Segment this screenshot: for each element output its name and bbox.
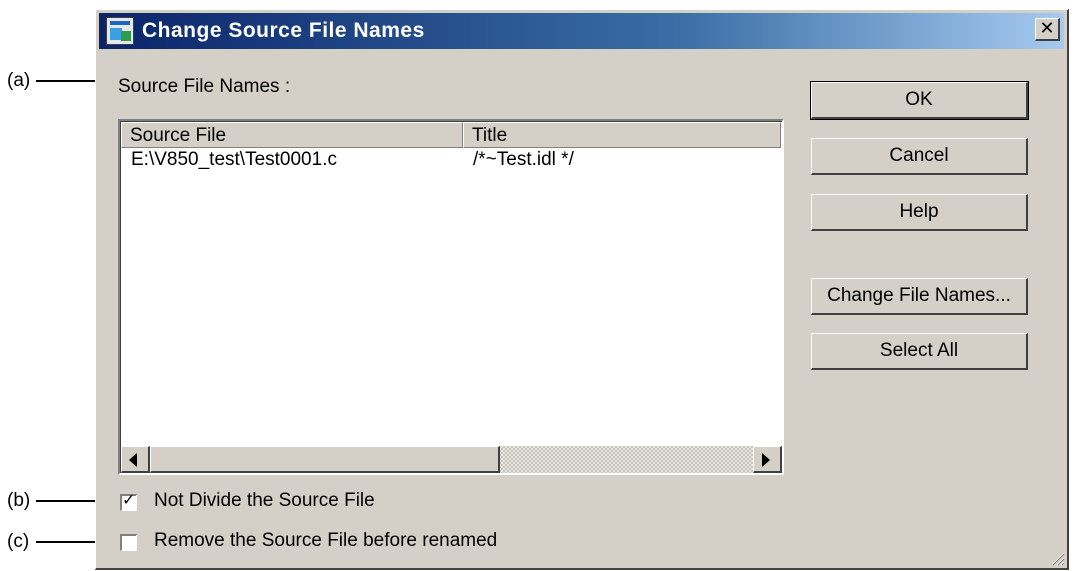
arrow-left-icon [129,453,137,467]
column-header-source-file[interactable]: Source File [121,122,463,148]
resize-grip-icon[interactable] [1049,550,1065,566]
title-bar[interactable]: Change Source File Names ✕ [99,13,1064,49]
remove-before-renamed-checkbox[interactable] [120,534,137,551]
callout-b: (b) [7,490,31,511]
help-button[interactable]: Help [811,194,1028,231]
not-divide-checkbox[interactable]: ✓ [120,492,137,511]
callout-c-arrow [36,541,98,543]
scroll-thumb[interactable] [150,446,500,473]
source-file-names-label: Source File Names : [118,76,291,97]
row-source-file[interactable]: E:\V850_test\Test0001.c [131,149,337,171]
scroll-right-button[interactable] [753,446,782,473]
arrow-right-icon [762,453,770,467]
remove-before-renamed-label[interactable]: Remove the Source File before renamed [154,530,497,552]
callout-b-arrow [36,500,98,502]
column-header-title[interactable]: Title [463,122,781,148]
ok-button[interactable]: OK [810,81,1029,120]
row-title[interactable]: /*~Test.idl */ [473,149,574,171]
not-divide-label[interactable]: Not Divide the Source File [154,490,375,512]
callout-a: (a) [7,70,31,91]
scroll-left-button[interactable] [121,446,150,473]
horizontal-scrollbar[interactable] [121,446,782,473]
close-icon[interactable]: ✕ [1035,18,1060,41]
check-icon: ✓ [122,492,136,509]
change-source-file-names-dialog: Change Source File Names ✕ Source File N… [95,9,1069,570]
source-file-list[interactable]: Source File Title E:\V850_test\Test0001.… [118,119,784,475]
app-icon [106,17,134,45]
dialog-title: Change Source File Names [142,19,425,42]
callout-c: (c) [7,531,30,552]
cancel-button[interactable]: Cancel [811,138,1028,175]
callout-a-arrow [36,80,98,82]
change-file-names-button[interactable]: Change File Names... [811,278,1028,315]
select-all-button[interactable]: Select All [811,333,1028,370]
